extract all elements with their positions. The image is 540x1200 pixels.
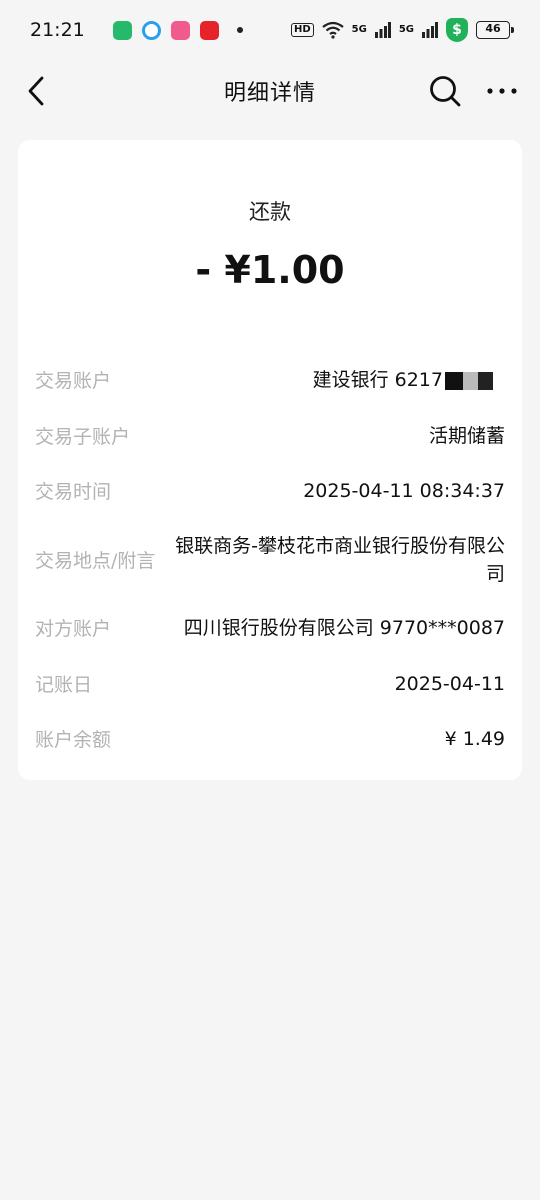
detail-value: 银联商务-攀枝花市商业银行股份有限公司 xyxy=(175,535,505,585)
more-notifications-dot-icon xyxy=(236,27,243,33)
transaction-detail-card: 还款 - ¥1.00 交易账户 建设银行 6217 交易子账户 活期储蓄 交易时… xyxy=(18,140,522,780)
clock: 21:21 xyxy=(30,19,85,41)
transaction-type: 还款 xyxy=(249,200,291,224)
detail-value: 四川银行股份有限公司 9770***0087 xyxy=(183,617,505,639)
detail-label: 交易地点/附言 xyxy=(35,550,156,572)
detail-value: ¥ 1.49 xyxy=(444,728,505,750)
status-bar: 21:21 HD 5G 5G $ 46 xyxy=(0,0,540,60)
detail-label: 账户余额 xyxy=(35,729,112,751)
app-notification-icon-blue xyxy=(141,20,161,40)
detail-value: 活期储蓄 xyxy=(428,425,505,447)
search-button[interactable] xyxy=(428,74,462,108)
app-notification-icon-pink xyxy=(170,20,190,40)
security-shield-icon: $ xyxy=(446,18,468,42)
navigation-bar: 明细详情 xyxy=(0,60,540,122)
detail-label: 交易子账户 xyxy=(35,426,131,448)
detail-label: 记账日 xyxy=(35,674,93,696)
signal-bars-icon-2 xyxy=(422,22,438,38)
app-notification-icon-red xyxy=(199,20,219,40)
detail-value: 2025-04-11 xyxy=(394,673,505,695)
detail-value: 建设银行 6217 xyxy=(312,369,443,391)
signal-5g-icon-1: 5G xyxy=(351,24,367,35)
more-button[interactable] xyxy=(484,76,520,106)
app-notification-icon-green xyxy=(112,20,132,40)
status-left: 21:21 xyxy=(30,19,243,41)
detail-value-wrapper: 建设银行 6217 xyxy=(313,366,505,394)
detail-label: 对方账户 xyxy=(35,618,112,640)
detail-value: 2025-04-11 08:34:37 xyxy=(303,480,505,502)
redacted-mask xyxy=(445,371,505,390)
detail-label: 交易时间 xyxy=(35,481,112,503)
signal-5g-icon-2: 5G xyxy=(398,24,414,35)
back-button[interactable] xyxy=(22,74,52,108)
status-right: HD 5G 5G $ 46 xyxy=(290,18,514,42)
signal-bars-icon-1 xyxy=(374,22,391,38)
detail-label: 交易账户 xyxy=(35,370,112,392)
hd-icon: HD xyxy=(290,23,314,37)
transaction-amount: - ¥1.00 xyxy=(195,248,345,292)
battery-icon: 46 xyxy=(476,21,514,39)
page-title: 明细详情 xyxy=(223,81,316,106)
wifi-icon xyxy=(321,21,344,39)
